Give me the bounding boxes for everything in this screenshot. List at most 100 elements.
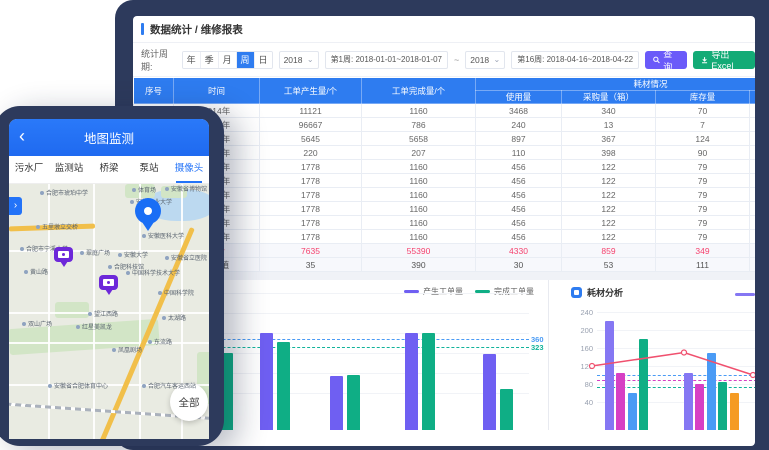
week-from-field[interactable]: 第1周: 2018-01-01~2018-01-07 [325,51,448,69]
poi-dot-icon [76,325,80,329]
table-cell: 456 [476,160,562,174]
download-icon [701,56,708,64]
table-cell: 79 [656,202,750,216]
consumable-bar [718,382,727,430]
period-option-周[interactable]: 周 [237,52,255,68]
week-to-field[interactable]: 第16周: 2018-04-16~2018-04-22 [511,51,639,69]
table-cell: 67 [750,174,756,188]
chart-legend-clipped [735,293,755,296]
location-pin-icon[interactable] [135,198,161,231]
map-park [55,302,89,318]
map-label-text: 望江西路 [94,309,118,318]
table-cell: 456 [476,202,562,216]
table-cell: 650 [750,118,756,132]
map-view[interactable]: › 全部 合肥市琥珀中学体育场安徽省博物馆安徽农业大学五里墩立交桥安徽医科大学合… [9,184,209,439]
tab-桥梁[interactable]: 桥梁 [89,156,129,183]
breadcrumb-bar: 数据统计 / 维修报表 [133,16,755,43]
table-cell: 90 [656,146,750,160]
period-option-日[interactable]: 日 [255,52,272,68]
legend-item[interactable]: 产生工单量 [404,286,463,297]
map-label: 凤凰剧场 [112,345,142,354]
map-label: 安徽大学 [118,250,148,259]
table-cell: 1778 [260,188,362,202]
poi-dot-icon [36,225,40,229]
map-label-text: 凤凰剧场 [118,345,142,354]
poi-dot-icon [112,348,116,352]
y-axis-tick: 240 [575,308,593,317]
table-cell: 1160 [362,174,476,188]
period-option-季[interactable]: 季 [201,52,219,68]
dashboard: 数据统计 / 维修报表 统计周期: 年季月周日 2018 ⌄ 第1周: 2018… [133,16,755,446]
phone-screen: ‹ 地图监测 污水厂监测站桥梁泵站摄像头 › [9,119,209,439]
table-cell: 122 [562,216,656,230]
map-label: 合肥汽车客运西站 [142,381,196,390]
poi-dot-icon [148,340,152,344]
table-cell: 53 [562,258,656,272]
table-cell: 456 [476,216,562,230]
tab-泵站[interactable]: 泵站 [129,156,169,183]
poi-dot-icon [48,384,52,388]
layer-expander-button[interactable]: › [9,197,22,215]
back-button[interactable]: ‹ [19,123,25,149]
query-button[interactable]: 查询 [645,51,687,69]
legend-item[interactable]: 完成工单量 [475,286,534,297]
table-cell: 67 [750,216,756,230]
map-label-text: 双山广场 [28,319,52,328]
table-cell: 859 [562,244,656,258]
phone-frame: ‹ 地图监测 污水厂监测站桥梁泵站摄像头 › [0,106,224,446]
map-label-text: 安徽大学 [124,250,148,259]
map-label: 双山广场 [22,319,52,328]
filter-bar: 统计周期: 年季月周日 2018 ⌄ 第1周: 2018-01-01~2018-… [133,43,755,77]
map-label: 合肥市琥珀中学 [40,188,88,197]
bar-generated [330,376,343,430]
column-header: 工单产生量/个 [260,78,362,104]
page-title: 地图监测 [84,128,134,147]
consumable-bar [695,384,704,430]
table-row: 82018年177811604561227967 [134,202,756,216]
table-cell: 897 [476,132,562,146]
map-label: 中国科学院 [158,288,194,297]
table-cell: 67 [750,188,756,202]
table-cell: 11121 [260,104,362,118]
table-cell: 7635 [260,244,362,258]
export-excel-button[interactable]: 导出Excel [693,51,755,69]
table-cell: 110 [476,146,562,160]
camera-marker-icon[interactable] [99,275,118,295]
period-option-年[interactable]: 年 [183,52,201,68]
table-cell: 456 [476,188,562,202]
legend-label: 完成工单量 [494,286,534,297]
tab-摄像头[interactable]: 摄像头 [169,156,209,183]
tab-监测站[interactable]: 监测站 [49,156,89,183]
camera-marker-icon[interactable] [54,247,73,267]
y-axis-tick: 120 [575,362,593,371]
map-label: 体育场 [132,185,156,194]
year-to-select[interactable]: 2018 ⌄ [465,51,505,69]
bar-generated [260,333,273,430]
poi-dot-icon [165,187,169,191]
table-cell: 70 [656,104,750,118]
map-label: 安徽省合肥体育中心 [48,381,108,390]
table-cell: 250 [750,104,756,118]
table-row: 52018年177811604561227967 [134,160,756,174]
period-option-月[interactable]: 月 [219,52,237,68]
year-to-value: 2018 [470,55,489,65]
poi-dot-icon [126,271,130,275]
period-segmented-control: 年季月周日 [182,51,273,69]
table-cell: 1160 [362,160,476,174]
map-road [9,342,209,344]
map-label-text: 合肥市琥珀中学 [46,188,88,197]
map-label: 安徽省立医院 [165,253,207,262]
repair-report-table: 序号时间工单产生量/个工单完成量/个耗材情况使用量采购量（箱）库存量余量1201… [133,77,755,272]
table-cell: 67 [750,202,756,216]
camera-body [54,247,73,262]
map-label: 黄山路 [24,267,48,276]
query-label: 查询 [663,47,679,73]
filter-label: 统计周期: [141,47,176,73]
poi-dot-icon [108,265,112,269]
table-cell: 79 [656,174,750,188]
table-cell: 367 [562,132,656,146]
year-from-select[interactable]: 2018 ⌄ [279,51,319,69]
table-cell: 5645 [260,132,362,146]
tab-污水厂[interactable]: 污水厂 [9,156,49,183]
map-label: 安徽医科大学 [142,231,184,240]
